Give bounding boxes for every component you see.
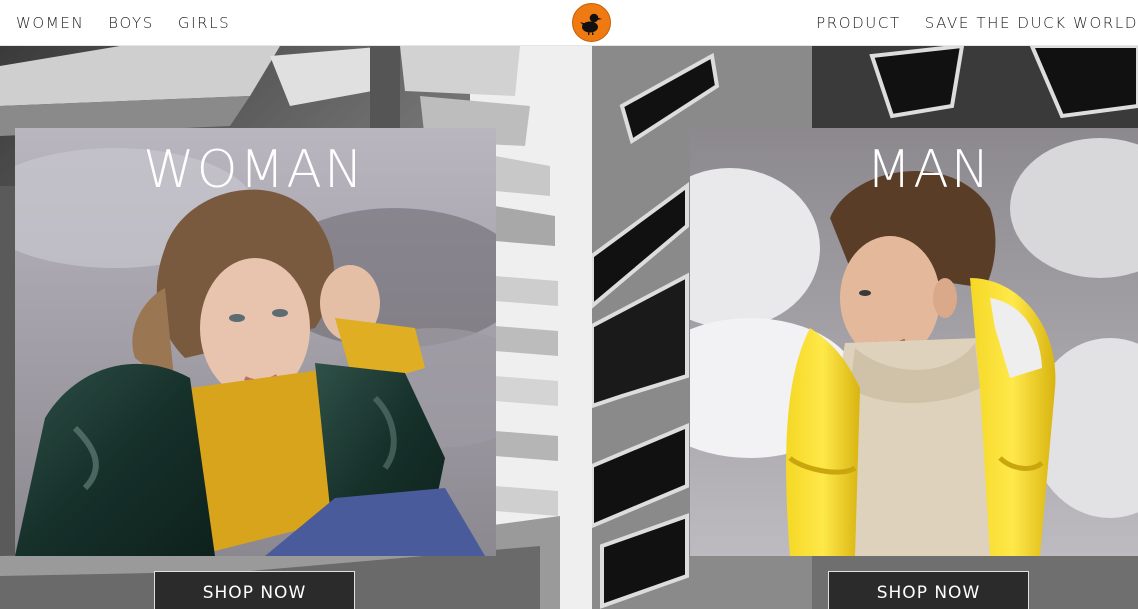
- woman-title: WOMAN: [143, 140, 365, 200]
- shop-now-woman-button[interactable]: SHOP NOW: [154, 571, 355, 609]
- woman-panel[interactable]: SHOP NOW: [0, 46, 592, 609]
- nav-link-women[interactable]: WOMEN: [16, 14, 84, 32]
- nav-link-product[interactable]: PRODUCT: [816, 14, 901, 32]
- nav-link-girls[interactable]: GIRLS: [178, 14, 230, 32]
- nav-link-boys[interactable]: BOYS: [108, 14, 154, 32]
- brand-logo[interactable]: [572, 3, 611, 42]
- man-panel[interactable]: [592, 46, 1138, 609]
- nav-right: PRODUCT SAVE THE DUCK WORLD: [816, 0, 1138, 46]
- man-title: MAN: [866, 140, 992, 200]
- nav-left: WOMEN BOYS GIRLS: [16, 0, 230, 46]
- duck-logo-icon: [579, 13, 602, 35]
- shop-now-man-button[interactable]: SHOP NOW: [828, 571, 1029, 609]
- nav-link-save-the-duck-world[interactable]: SAVE THE DUCK WORLD: [925, 14, 1138, 32]
- top-header: WOMEN BOYS GIRLS PRODUCT SAVE THE DUCK W…: [0, 0, 1138, 46]
